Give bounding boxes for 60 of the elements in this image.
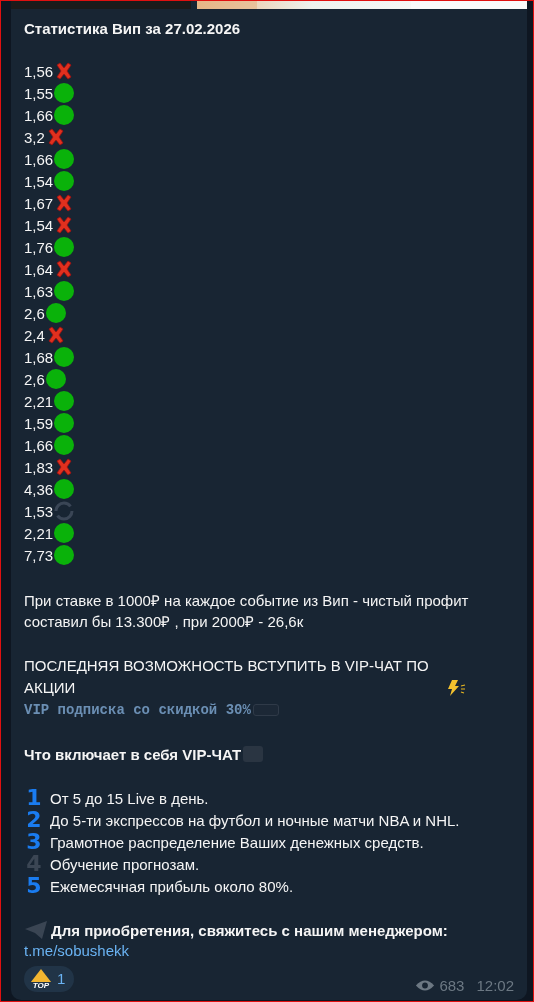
odds-value: 1,68 — [24, 348, 54, 366]
feature-text: Грамотное распределение Ваших денежных средств. — [50, 833, 424, 851]
circle-icon — [54, 479, 75, 499]
odds-value: 3,2 — [24, 128, 45, 146]
circle-icon — [54, 413, 75, 433]
circle-icon — [54, 281, 75, 301]
odds-value: 1,54 — [24, 172, 54, 190]
odds-value: 1,83 — [24, 458, 54, 476]
circle-icon — [54, 83, 75, 103]
circle-icon — [45, 303, 66, 323]
message-time: 12:02 — [476, 977, 514, 994]
eye-icon — [415, 979, 436, 992]
manager-link[interactable]: t.me/sobushekk — [24, 941, 130, 961]
circle-icon — [54, 435, 75, 455]
number-icon: 5 — [24, 875, 44, 897]
number-icon: 3 — [24, 831, 44, 853]
odds-value: 1,53 — [24, 502, 54, 520]
promo-code[interactable]: VIP подписка со скидкой 30% — [24, 702, 251, 718]
odds-value: 1,56 — [24, 62, 54, 80]
view-count: 683 — [439, 977, 465, 994]
contact-text: Для приобретения, свяжитесь с нашим менеджером: — [51, 921, 448, 939]
odds-value: 1,76 — [24, 238, 54, 256]
circle-icon — [54, 391, 75, 411]
odds-value: 1,54 — [24, 216, 54, 234]
offer-heading: ПОСЛЕДНЯЯ ВОЗМОЖНОСТЬ ВСТУПИТЬ В VIP-ЧАТ ПО АКЦИИ — [24, 656, 430, 698]
odds-value: 2,6 — [24, 304, 45, 322]
reaction-button[interactable]: TOP 1 — [24, 965, 75, 992]
circle-icon — [54, 105, 75, 125]
odds-value: 2,21 — [24, 392, 54, 410]
circle-icon — [54, 171, 75, 191]
odds-value: 1,66 — [24, 150, 54, 168]
odds-value: 1,63 — [24, 282, 54, 300]
feature-text: До 5-ти экспрессов на футбол и ночные матчи NBA и NHL. — [50, 811, 460, 829]
odds-value: 2,21 — [24, 524, 54, 542]
odds-value: 7,73 — [24, 546, 54, 564]
circle-icon — [54, 523, 75, 543]
circle-icon — [54, 149, 75, 169]
odds-value: 1,66 — [24, 106, 54, 124]
circle-icon — [45, 369, 66, 389]
odds-value: 1,59 — [24, 414, 54, 432]
odds-value: 2,6 — [24, 370, 45, 388]
odds-value: 2,4 — [24, 326, 45, 344]
odds-value: 1,64 — [24, 260, 54, 278]
circle-icon — [54, 237, 75, 257]
profit-text: При ставке в 1000₽ на каждое событие из Вип - чистый профит составил бы 13.300₽ , при 2000₽ - 26,6к — [24, 591, 470, 632]
odds-value: 1,67 — [24, 194, 54, 212]
paper-plane-icon — [24, 920, 48, 940]
odds-value: 4,36 — [24, 480, 54, 498]
circle-icon — [54, 347, 75, 367]
feature-text: От 5 до 15 Live в день. — [50, 789, 209, 807]
message-title: Статистика Вип за 27.02.2026 — [24, 19, 242, 39]
feature-text: Ежемесячная прибыль около 80%. — [50, 877, 294, 895]
odds-value: 1,55 — [24, 84, 54, 102]
feature-text: Обучение прогнозам. — [50, 855, 200, 873]
odds-value: 1,66 — [24, 436, 54, 454]
number-icon: 2 — [24, 809, 44, 831]
circle-icon — [54, 545, 75, 565]
loading-icon — [54, 501, 75, 521]
number-icon: 1 — [24, 787, 44, 809]
includes-heading: Что включает в себя VIP-ЧАТ — [24, 745, 242, 763]
